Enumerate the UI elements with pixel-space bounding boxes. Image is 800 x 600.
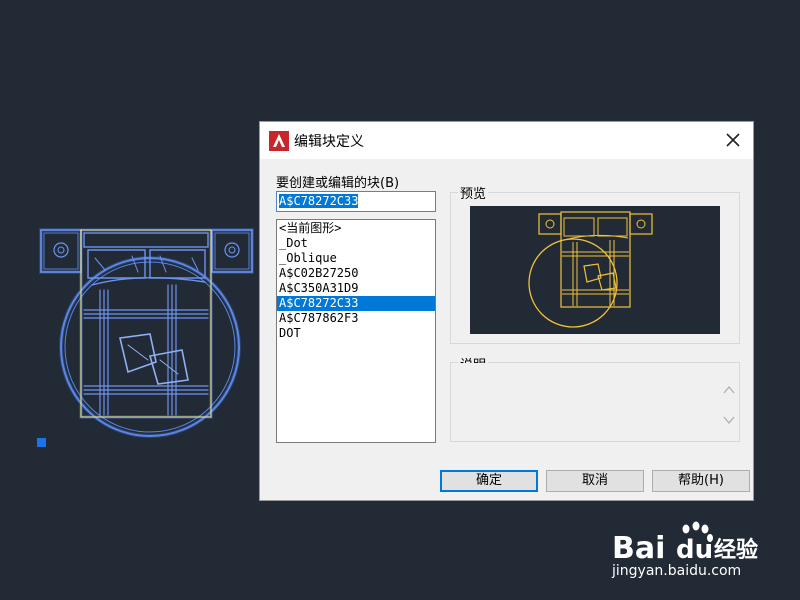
- block-preview: [470, 206, 720, 334]
- block-list-item[interactable]: A$C787862F3: [277, 311, 435, 326]
- block-name-value: A$C78272C33: [279, 194, 359, 208]
- watermark-url: jingyan.baidu.com: [612, 563, 742, 579]
- block-name-input[interactable]: A$C78272C33: [276, 191, 436, 212]
- autocad-logo-icon: [269, 131, 289, 151]
- svg-text:du: du: [676, 535, 713, 564]
- bed-drawing[interactable]: [39, 228, 254, 438]
- help-button[interactable]: 帮助(H): [652, 470, 750, 492]
- dialog-titlebar[interactable]: 编辑块定义: [260, 122, 753, 159]
- ucs-origin-marker: [37, 438, 46, 447]
- block-list-item[interactable]: A$C350A31D9: [277, 281, 435, 296]
- block-list-item[interactable]: _Oblique: [277, 251, 435, 266]
- close-icon[interactable]: [721, 128, 745, 152]
- preview-label: 预览: [458, 183, 489, 202]
- svg-text:Bai: Bai: [612, 531, 665, 564]
- description-scrollbar[interactable]: [719, 375, 739, 433]
- block-list-item[interactable]: <当前图形>: [277, 221, 435, 236]
- block-list-item[interactable]: _Dot: [277, 236, 435, 251]
- scroll-up-icon: [723, 385, 735, 394]
- baidu-jingyan-watermark: Bai du 经验: [612, 520, 762, 568]
- block-list[interactable]: <当前图形> _Dot _Oblique A$C02B27250 A$C350A31D9…: [276, 219, 436, 443]
- cancel-button[interactable]: 取消: [546, 470, 644, 492]
- dialog-title: 编辑块定义: [294, 134, 364, 150]
- scroll-down-icon: [723, 416, 735, 425]
- edit-block-definition-dialog[interactable]: 编辑块定义 要创建或编辑的块(B) A$C78272C33 <当前图形> _Dot…: [259, 121, 754, 501]
- svg-text:经验: 经验: [714, 537, 758, 563]
- ok-button[interactable]: 确定: [440, 470, 538, 492]
- block-list-item[interactable]: A$C78272C33: [277, 296, 435, 311]
- block-name-label: 要创建或编辑的块(B): [276, 176, 400, 191]
- block-list-item[interactable]: A$C02B27250: [277, 266, 435, 281]
- block-list-item[interactable]: DOT: [277, 326, 435, 341]
- description-textarea[interactable]: [451, 363, 739, 441]
